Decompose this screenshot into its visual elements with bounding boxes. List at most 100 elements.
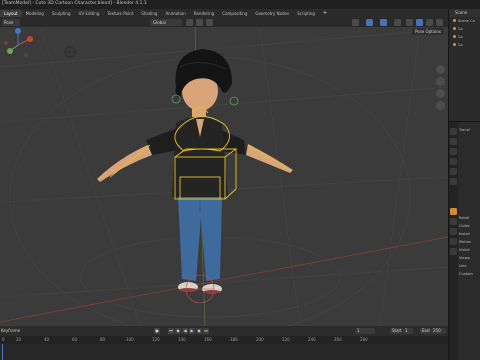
- outliner-row-label: Co: [458, 27, 463, 31]
- end-label: End: [420, 328, 430, 334]
- scene-icon[interactable]: [450, 168, 457, 175]
- xray-toggle-icon[interactable]: [394, 19, 401, 26]
- ruler-tick: 200: [256, 337, 264, 342]
- tab-texture-paint[interactable]: Texture Paint: [103, 10, 137, 17]
- rendered-shading-icon[interactable]: [436, 19, 443, 26]
- outliner-row[interactable]: Co: [449, 33, 480, 41]
- autokey-icon[interactable]: ●: [154, 328, 160, 334]
- tab-scripting[interactable]: Scripting: [293, 10, 319, 17]
- panel-collections[interactable]: Collec: [459, 222, 480, 230]
- constraint-icon[interactable]: [450, 238, 457, 245]
- world-icon[interactable]: [450, 178, 457, 185]
- outliner-row-label: Co: [458, 35, 463, 39]
- tab-animation[interactable]: Animation: [161, 10, 189, 17]
- end-frame-field[interactable]: 250: [431, 328, 446, 334]
- outliner-row[interactable]: Scene Co: [449, 17, 480, 25]
- proportional-edit-icon[interactable]: [206, 19, 213, 26]
- outliner-scene-label[interactable]: Scene: [449, 9, 480, 17]
- navigation-gizmo[interactable]: [0, 27, 36, 63]
- object-properties-icon[interactable]: [450, 208, 457, 215]
- add-workspace-button[interactable]: +: [319, 10, 331, 17]
- pan-hand-icon[interactable]: [436, 77, 445, 86]
- viewport-scene: [0, 27, 448, 326]
- collection-icon: [453, 35, 456, 38]
- panel-relations[interactable]: Relati: [459, 214, 480, 222]
- timeline-controls: Keyframe ● ⏮ ◆ ◀ ▶ ◆ ⏭ 1 Start 1 End 250: [0, 326, 448, 336]
- physics-icon[interactable]: [450, 228, 457, 235]
- tab-compositing[interactable]: Compositing: [218, 10, 251, 17]
- panel-viewport-display[interactable]: Viewp: [459, 254, 480, 262]
- pivot-point-icon[interactable]: [186, 19, 193, 26]
- collection-icon: [453, 43, 456, 46]
- camera-view-icon[interactable]: [436, 89, 445, 98]
- ruler-tick: 120: [152, 337, 160, 342]
- output-icon[interactable]: [450, 148, 457, 155]
- material-shading-icon[interactable]: [426, 19, 433, 26]
- interaction-mode-dropdown[interactable]: Pose: [2, 19, 20, 26]
- keyframe-menu[interactable]: Keyframe: [1, 328, 20, 333]
- tab-shading[interactable]: Shading: [137, 10, 161, 17]
- play-icon[interactable]: ▶: [189, 328, 195, 334]
- panel-custom-properties[interactable]: Custom: [459, 270, 480, 278]
- timeline-ruler[interactable]: 0 20 40 60 80 100 120 140 160 180 200 22…: [0, 336, 448, 344]
- ruler-tick: 0: [2, 337, 5, 342]
- outliner-row-label: Scene Co: [458, 19, 475, 23]
- jump-start-icon[interactable]: ⏮: [168, 328, 174, 334]
- tab-uv-editing[interactable]: UV Editing: [75, 10, 104, 17]
- ruler-tick: 140: [178, 337, 186, 342]
- window-title: [TeamModel] - Cute 3D Cartoon Character.…: [2, 1, 147, 6]
- gizmo-toggle-icon[interactable]: [366, 19, 373, 26]
- start-frame-field[interactable]: 1: [403, 328, 413, 334]
- ruler-tick: 80: [100, 337, 106, 342]
- solid-shading-icon[interactable]: [416, 19, 423, 26]
- ruler-tick: 160: [204, 337, 212, 342]
- panel-instancing[interactable]: Instan: [459, 230, 480, 238]
- properties-tab-column: [449, 122, 458, 360]
- tab-rendering[interactable]: Rendering: [190, 10, 218, 17]
- ruler-tick: 60: [72, 337, 78, 342]
- snap-icon[interactable]: [196, 19, 203, 26]
- ortho-grid-icon[interactable]: [436, 101, 445, 110]
- play-reverse-icon[interactable]: ◀: [182, 328, 188, 334]
- tab-modeling[interactable]: Modeling: [22, 10, 48, 17]
- panel-visibility[interactable]: Visibil: [459, 246, 480, 254]
- timeline-editor: Keyframe ● ⏮ ◆ ◀ ▶ ◆ ⏭ 1 Start 1 End 250…: [0, 326, 448, 360]
- tab-sculpting[interactable]: Sculpting: [48, 10, 75, 17]
- pose-options-dropdown[interactable]: Pose Options: [412, 28, 444, 35]
- panel-transform[interactable]: Transf: [459, 126, 480, 134]
- view-layer-icon[interactable]: [450, 158, 457, 165]
- tool-icon[interactable]: [450, 128, 457, 135]
- ruler-tick: 220: [282, 337, 290, 342]
- modifier-icon[interactable]: [450, 218, 457, 225]
- playhead[interactable]: [2, 344, 3, 360]
- outliner-row[interactable]: Co: [449, 41, 480, 49]
- ruler-tick: 180: [230, 337, 238, 342]
- properties-content: Transf Relati Collec Instan Motion Visib…: [459, 126, 480, 278]
- next-keyframe-icon[interactable]: ◆: [196, 328, 202, 334]
- panel-line-art[interactable]: Line: [459, 262, 480, 270]
- ruler-tick: 240: [308, 337, 316, 342]
- timeline-track-area[interactable]: [0, 344, 448, 360]
- render-icon[interactable]: [450, 138, 457, 145]
- tab-layout[interactable]: Layout: [0, 10, 22, 17]
- panel-motion-paths[interactable]: Motion: [459, 238, 480, 246]
- window-titlebar: [TeamModel] - Cute 3D Cartoon Character.…: [0, 0, 480, 9]
- 3d-viewport[interactable]: Pose Options: [0, 27, 448, 326]
- current-frame-field[interactable]: 1: [355, 328, 375, 334]
- ruler-tick: 280: [360, 337, 368, 342]
- visibility-icon[interactable]: [352, 19, 359, 26]
- properties-panel: Transf Relati Collec Instan Motion Visib…: [448, 121, 480, 360]
- overlay-toggle-icon[interactable]: [380, 19, 387, 26]
- jump-end-icon[interactable]: ⏭: [203, 328, 209, 334]
- zoom-icon[interactable]: [436, 65, 445, 74]
- object-data-icon[interactable]: [450, 248, 457, 255]
- prev-keyframe-icon[interactable]: ◆: [175, 328, 181, 334]
- transform-orientation-dropdown[interactable]: Global: [150, 19, 182, 26]
- viewport-header: Pose Global: [0, 18, 448, 27]
- ruler-tick: 40: [44, 337, 50, 342]
- tab-geometry-nodes[interactable]: Geometry Nodes: [251, 10, 293, 17]
- ruler-tick: 100: [126, 337, 134, 342]
- outliner-row[interactable]: Co: [449, 25, 480, 33]
- wireframe-shading-icon[interactable]: [406, 19, 413, 26]
- outliner-panel: Scene Scene Co Co Co Co: [448, 9, 480, 121]
